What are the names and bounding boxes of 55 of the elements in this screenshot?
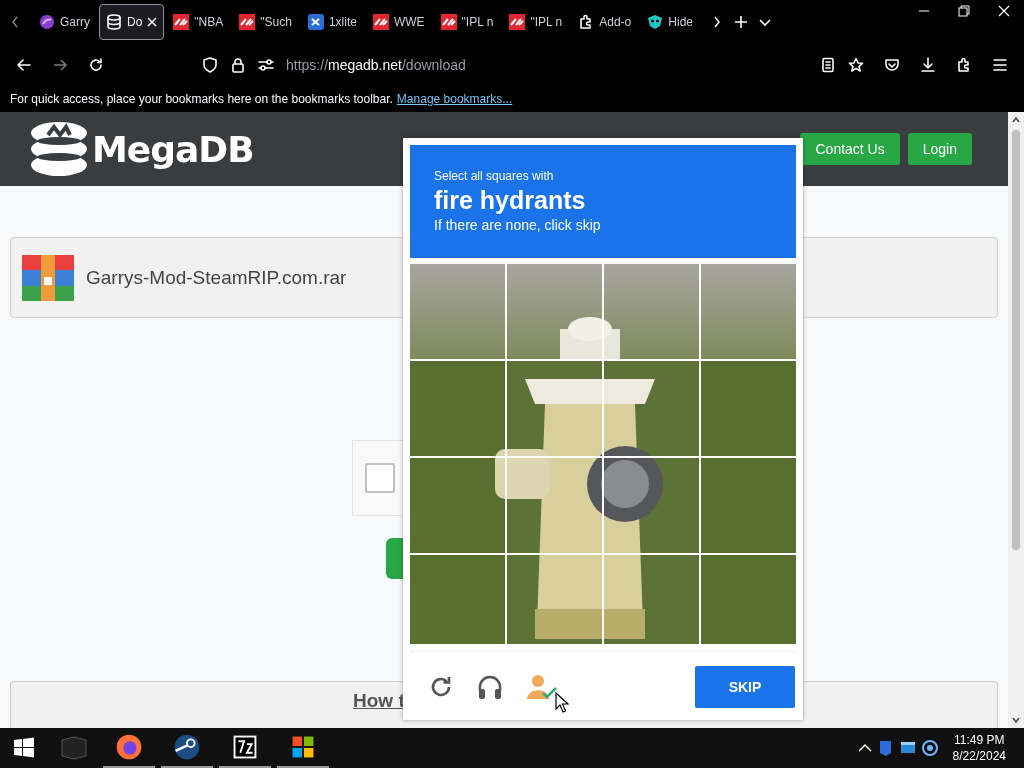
slash-logo-icon: [372, 14, 389, 30]
orb-icon: [39, 14, 55, 30]
captcha-target: fire hydrants: [434, 186, 587, 215]
mouse-pointer-icon: [555, 692, 569, 714]
browser-tab[interactable]: 1xlite: [300, 4, 364, 40]
browser-tab[interactable]: "Such: [232, 4, 299, 40]
new-tab-icon[interactable]: [734, 15, 748, 29]
reader-view-icon[interactable]: [820, 57, 836, 73]
browser-tab[interactable]: Garry: [32, 4, 97, 40]
scroll-down-icon[interactable]: [1011, 715, 1021, 725]
close-icon[interactable]: [147, 17, 158, 27]
browser-tab[interactable]: WWE: [365, 4, 432, 40]
pocket-icon[interactable]: [884, 57, 900, 73]
browser-tab[interactable]: Add-o: [571, 4, 639, 40]
browser-tab[interactable]: Do: [99, 4, 165, 40]
browser-tab[interactable]: Hide: [640, 4, 700, 40]
captcha-hint: If there are none, click skip: [434, 217, 602, 233]
archive-icon: [22, 254, 74, 301]
database-logo-icon: [30, 121, 88, 177]
person-check-icon[interactable]: [526, 673, 558, 702]
url-text[interactable]: https://megadb.net/download: [286, 57, 466, 73]
slash-logo-icon: [509, 14, 526, 30]
slash-logo-icon: [440, 14, 457, 30]
padlock-icon[interactable]: [230, 57, 246, 73]
bookmarks-message: For quick access, place your bookmarks here on the bookmarks toolbar.: [10, 92, 393, 106]
file-name: Garrys-Mod-SteamRIP.com.rar: [86, 266, 347, 289]
back-arrow-icon[interactable]: [16, 57, 32, 73]
browser-tab[interactable]: "NBA: [166, 4, 231, 40]
captcha-prompt: Select all squares with: [434, 169, 555, 183]
download-icon[interactable]: [920, 57, 936, 73]
extensions-icon[interactable]: [956, 57, 972, 73]
cross-logo-icon: [307, 14, 324, 30]
verify-checkbox[interactable]: [365, 463, 395, 493]
star-icon[interactable]: [848, 57, 864, 73]
forward-arrow-icon: [52, 57, 68, 73]
browser-tab[interactable]: "IPL n: [433, 4, 501, 40]
menu-icon[interactable]: [992, 57, 1008, 73]
scrollbar-thumb[interactable]: [1012, 130, 1020, 550]
site-logo[interactable]: MegaDB: [92, 128, 254, 170]
permissions-icon[interactable]: [258, 57, 274, 73]
manage-bookmarks-link[interactable]: Manage bookmarks...: [396, 92, 513, 106]
clock-time[interactable]: 11:49 PM: [954, 732, 1005, 748]
clock-date[interactable]: 8/22/2024: [952, 748, 1006, 764]
slash-logo-icon: [173, 14, 190, 30]
scrollbar[interactable]: [1008, 112, 1024, 728]
skip-button[interactable]: SKIP: [695, 666, 795, 709]
headphones-icon[interactable]: [476, 673, 504, 702]
database-icon: [106, 14, 122, 30]
reload-icon[interactable]: [88, 57, 104, 73]
scroll-up-icon[interactable]: [1011, 115, 1021, 125]
slash-logo-icon: [239, 14, 256, 30]
mask-icon: [647, 14, 664, 30]
browser-tab[interactable]: "IPL n: [502, 4, 570, 40]
photo-placeholder[interactable]: [410, 263, 796, 644]
shield-icon[interactable]: [202, 57, 218, 73]
